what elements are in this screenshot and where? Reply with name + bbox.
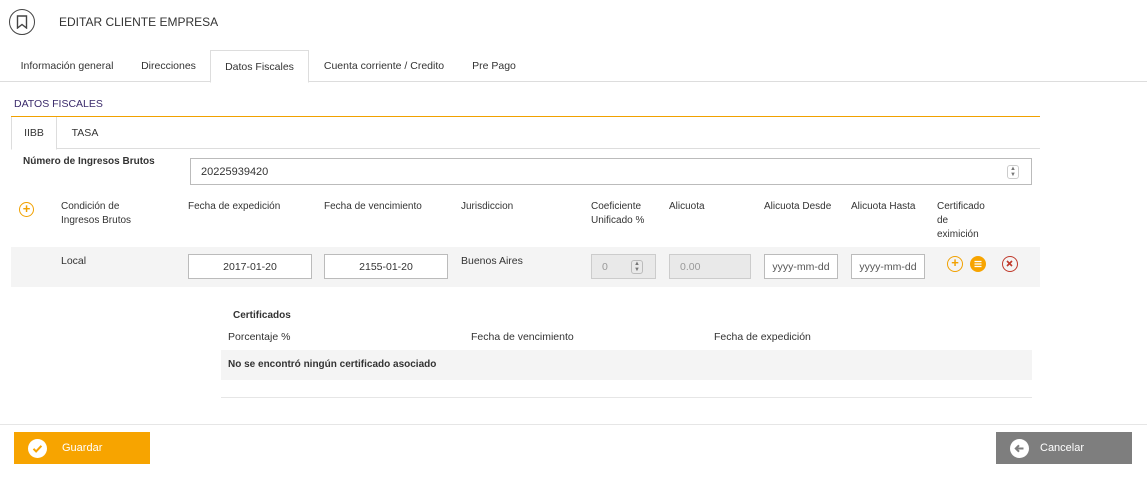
col-condicion: Condición de Ingresos Brutos	[61, 200, 131, 228]
add-condition-icon[interactable]: +	[19, 202, 34, 217]
col-certificado-line2: de	[937, 215, 949, 226]
col-certificado-line1: Certificado	[937, 201, 985, 212]
certificados-title: Certificados	[233, 310, 291, 321]
tab-cuenta-corriente[interactable]: Cuenta corriente / Credito	[313, 50, 455, 82]
col-alicuota: Alicuota	[669, 201, 705, 212]
col-condicion-line2: Ingresos Brutos	[61, 215, 132, 226]
col-alicuota-desde: Alicuota Desde	[764, 201, 832, 212]
subtab-iibb[interactable]: IIBB	[11, 117, 57, 150]
fecha-vencimiento-input[interactable]: 2155-01-20	[324, 254, 448, 279]
col-coeficiente-line2: Unificado %	[591, 215, 645, 226]
col-certificado-line3: eximición	[937, 229, 979, 240]
col-jurisdiccion: Jurisdiccion	[461, 201, 514, 212]
stepper-icon[interactable]: ▲ ▼	[631, 260, 643, 274]
col-fecha-expedicion: Fecha de expedición	[188, 201, 281, 212]
alicuota-desde-input[interactable]: yyyy-mm-dd	[764, 254, 838, 279]
iibb-number-value: 20225939420	[201, 166, 269, 178]
add-certificate-icon[interactable]: +	[947, 256, 963, 272]
cancel-label: Cancelar	[1040, 442, 1085, 454]
iibb-number-input[interactable]: 20225939420 ▲ ▼	[190, 158, 1032, 185]
subtab-tasa[interactable]: TASA	[59, 117, 111, 149]
list-icon[interactable]	[970, 256, 986, 272]
save-label: Guardar	[62, 442, 103, 454]
section-title: DATOS FISCALES	[14, 98, 103, 110]
cancel-button[interactable]: Cancelar	[996, 432, 1132, 464]
footer-divider	[0, 424, 1147, 425]
stepper-icon[interactable]: ▲ ▼	[1007, 165, 1019, 179]
bookmark-icon[interactable]	[9, 9, 35, 35]
col-certificado: Certificado de eximición	[937, 200, 985, 242]
alicuota-hasta-input[interactable]: yyyy-mm-dd	[851, 254, 925, 279]
main-tabs: Información general Direcciones Datos Fi…	[0, 50, 1147, 83]
delete-icon[interactable]	[1002, 256, 1018, 272]
tab-direcciones[interactable]: Direcciones	[130, 50, 207, 82]
iibb-number-label: Número de Ingresos Brutos	[23, 156, 155, 167]
coeficiente-value: 0	[602, 261, 608, 273]
coeficiente-input[interactable]: 0 ▲ ▼	[591, 254, 656, 279]
tab-pre-pago[interactable]: Pre Pago	[460, 50, 528, 82]
cell-jurisdiccion: Buenos Aires	[461, 255, 523, 267]
col-coeficiente-line1: Coeficiente	[591, 201, 642, 212]
arrow-left-icon	[1010, 439, 1029, 458]
col-condicion-line1: Condición de	[61, 201, 120, 212]
cert-empty-message: No se encontró ningún certificado asocia…	[228, 359, 437, 370]
tab-datos-fiscales[interactable]: Datos Fiscales	[210, 50, 309, 83]
divider	[221, 397, 1032, 398]
page-title: EDITAR CLIENTE EMPRESA	[59, 15, 219, 29]
col-alicuota-hasta: Alicuota Hasta	[851, 201, 916, 212]
col-coeficiente: Coeficiente Unificado %	[591, 200, 644, 228]
cell-condicion: Local	[61, 255, 87, 267]
check-icon	[28, 439, 47, 458]
cert-col-fecha-expedicion: Fecha de expedición	[714, 331, 811, 343]
save-button[interactable]: Guardar	[14, 432, 150, 464]
cert-col-fecha-vencimiento: Fecha de vencimiento	[471, 331, 574, 343]
tab-informacion-general[interactable]: Información general	[8, 50, 126, 82]
alicuota-input[interactable]: 0.00	[669, 254, 751, 279]
col-fecha-vencimiento: Fecha de vencimiento	[324, 201, 422, 212]
sub-tabs: IIBB TASA	[11, 117, 1040, 150]
fecha-expedicion-input[interactable]: 2017-01-20	[188, 254, 312, 279]
page-header: EDITAR CLIENTE EMPRESA	[0, 0, 1147, 46]
cert-col-porcentaje: Porcentaje %	[228, 331, 291, 343]
